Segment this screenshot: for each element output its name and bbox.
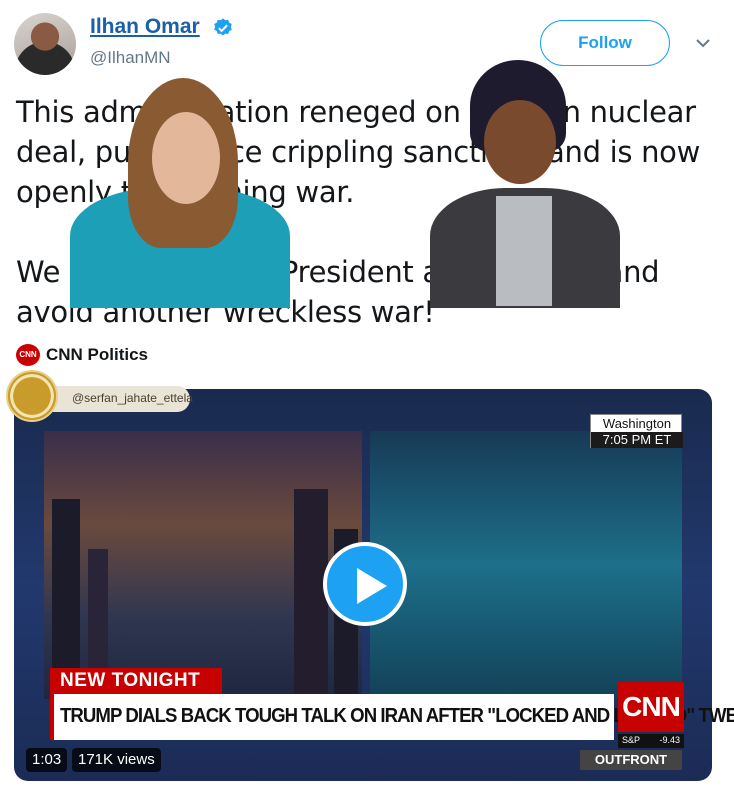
video-views: 171K views <box>72 748 161 772</box>
tweet-header: Ilhan Omar @IlhanMN Follow <box>0 0 734 80</box>
author-handle[interactable]: @IlhanMN <box>90 48 171 68</box>
watermark-logo-icon <box>6 370 58 422</box>
chyron: TRUMP DIALS BACK TOUGH TALK ON IRAN AFTE… <box>50 694 734 740</box>
follow-button[interactable]: Follow <box>540 20 670 66</box>
ticker-value: -9.43 <box>659 735 680 745</box>
video-panel-right <box>370 431 682 699</box>
anchor-face <box>152 112 220 204</box>
author-name[interactable]: Ilhan Omar <box>90 15 200 39</box>
play-button[interactable] <box>323 542 407 626</box>
cnn-logo-icon: CNN <box>16 344 40 366</box>
show-name: OUTFRONT <box>580 750 682 770</box>
location-box: Washington 7:05 PM ET <box>590 414 683 448</box>
cnn-network-logo: CNN <box>618 682 684 732</box>
video-duration: 1:03 <box>26 748 68 772</box>
author-avatar[interactable] <box>14 13 76 75</box>
card-source-name[interactable]: CNN Politics <box>46 345 148 365</box>
chevron-down-icon[interactable] <box>692 32 714 54</box>
guest-face <box>484 100 556 184</box>
guest-shirt <box>496 196 552 306</box>
location-city: Washington <box>602 416 672 431</box>
banner-label: NEW TONIGHT <box>50 668 222 694</box>
ticker-label: S&P <box>622 735 641 745</box>
play-icon <box>357 568 387 604</box>
stock-ticker: S&P -9.43 <box>618 734 684 748</box>
location-time: 7:05 PM ET <box>591 432 683 448</box>
watermark-handle: @serfan_jahate_ettela <box>72 391 193 405</box>
video-panel-left <box>44 431 362 699</box>
verified-badge-icon <box>214 18 232 36</box>
